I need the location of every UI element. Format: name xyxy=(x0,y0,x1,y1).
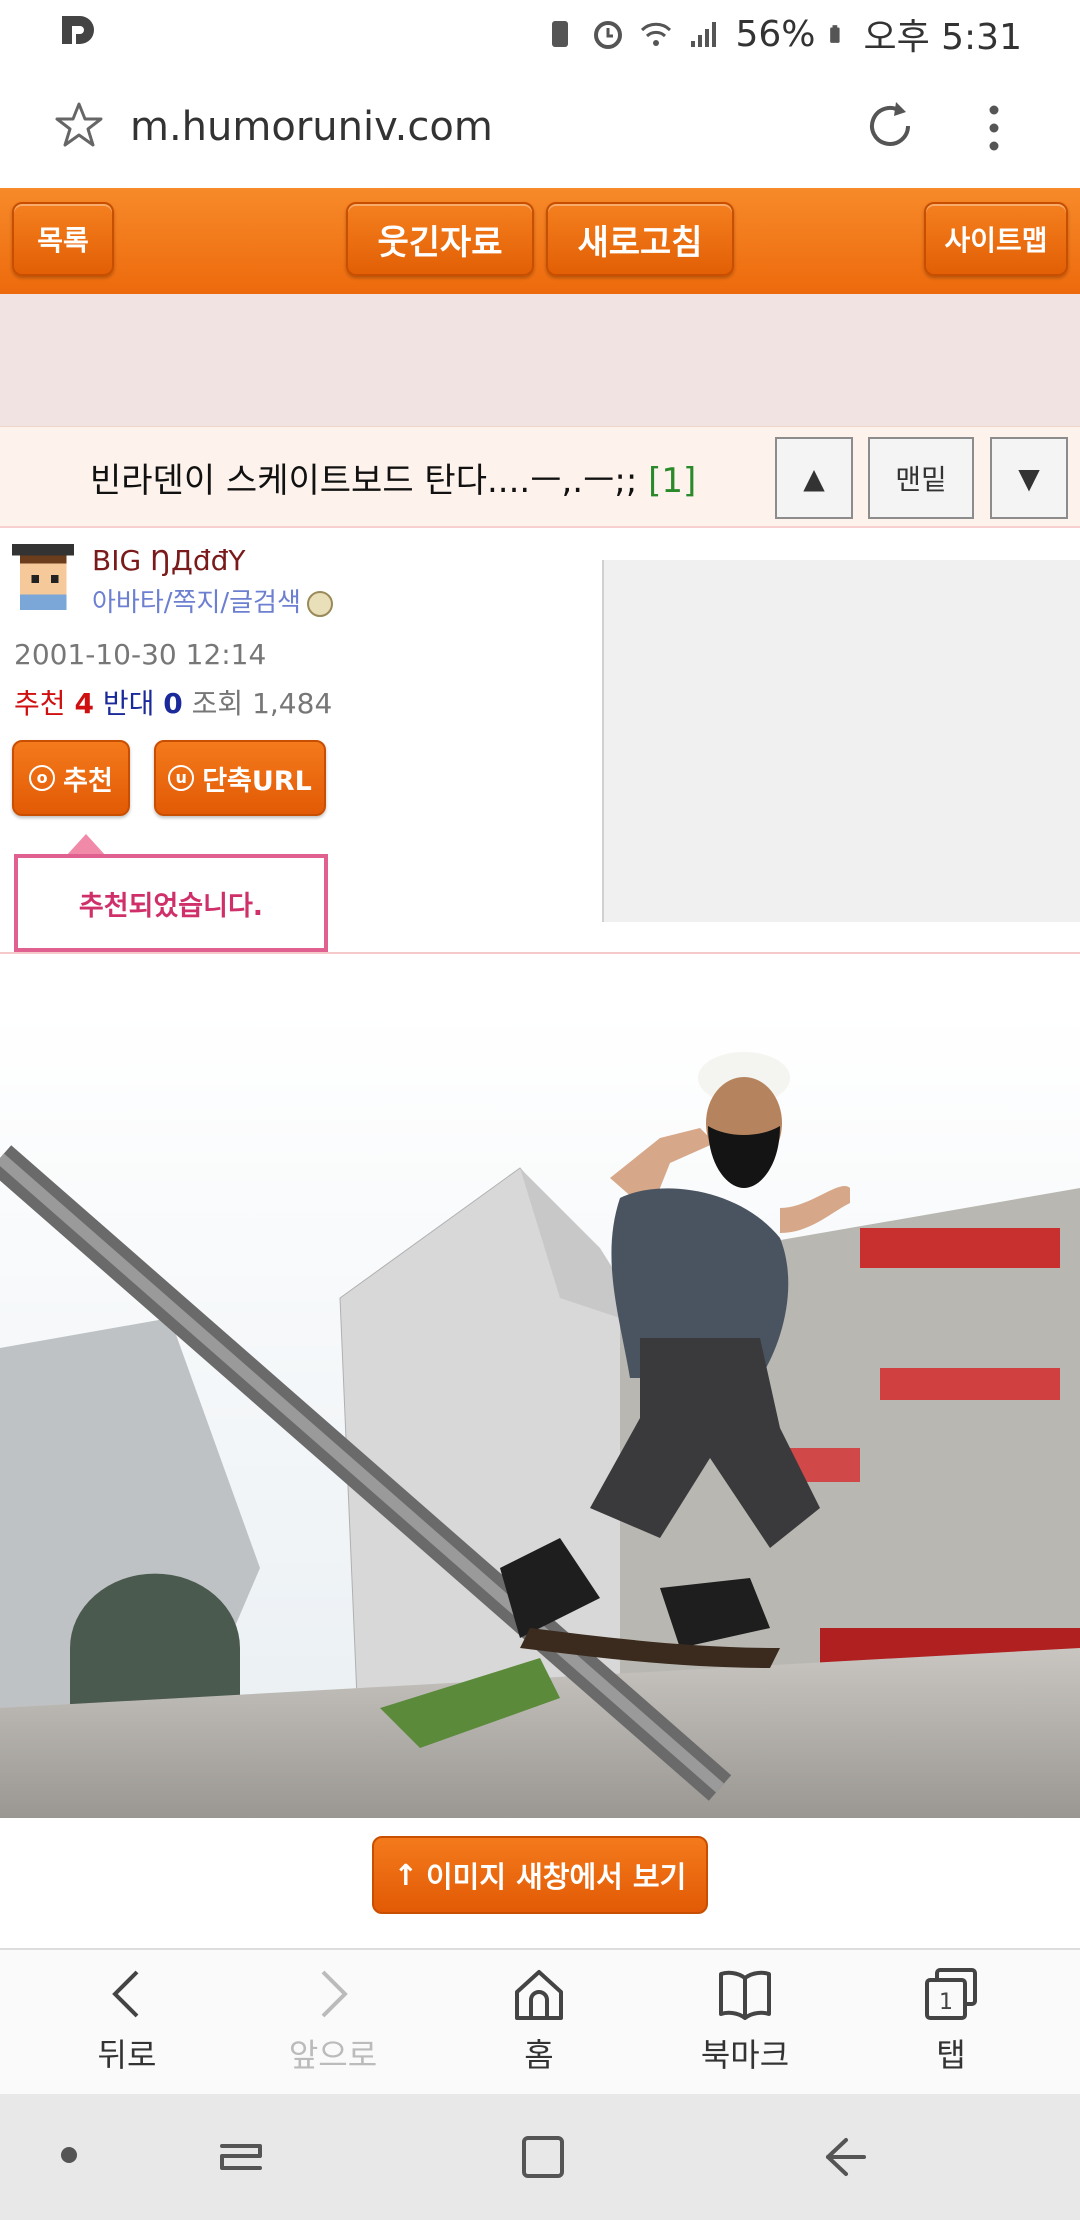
recommend-button[interactable]: o 추천 xyxy=(12,740,130,816)
sitemap-button[interactable]: 사이트맵 xyxy=(924,202,1068,276)
recommend-count: 4 xyxy=(74,687,94,720)
browser-bottom-nav: 뒤로 앞으로 홈 북마크 1 탭 xyxy=(0,1948,1080,2094)
post-date: 2001-10-30 12:14 xyxy=(14,638,267,671)
menu-icon[interactable] xyxy=(982,102,1006,154)
post-stats: 추천 4 반대 0 조회 1,484 xyxy=(14,682,332,722)
browser-url-bar: m.humoruniv.com xyxy=(0,64,1080,188)
nav-bookmark[interactable]: 북마크 xyxy=(670,1964,820,2076)
forward-icon xyxy=(321,1970,348,2018)
url-text[interactable]: m.humoruniv.com xyxy=(130,104,493,150)
views-count: 1,484 xyxy=(252,687,333,720)
divider xyxy=(0,952,1080,954)
home-square-icon[interactable] xyxy=(518,2132,568,2182)
recommend-button-label: 추천 xyxy=(63,765,113,797)
battery-percent: 56% xyxy=(735,13,816,55)
author-links: 아바타/쪽지/글검색 xyxy=(92,582,333,619)
reload-icon[interactable] xyxy=(862,98,918,154)
status-bar: 56% 오후 5:31 xyxy=(0,0,1080,64)
avatar[interactable] xyxy=(12,544,74,610)
post-title-bar: 빈라덴이 스케이트보드 탄다....ㅡ,.ㅡ;; [1] ▲ 맨밑 ▼ xyxy=(0,426,1080,528)
views-label: 조회 xyxy=(191,687,244,720)
author-links-text[interactable]: 아바타/쪽지/글검색 xyxy=(92,588,301,618)
level-badge-icon xyxy=(306,590,333,617)
scroll-up-button[interactable]: ▲ xyxy=(775,437,853,519)
side-ad-box xyxy=(602,560,1080,922)
nav-home[interactable]: 홈 xyxy=(464,1964,614,2076)
tabs-icon: 1 xyxy=(925,1968,977,2020)
alarm-icon xyxy=(594,21,623,49)
site-nav: 목록 웃긴자료 새로고침 사이트맵 xyxy=(0,188,1080,294)
scroll-bottom-button[interactable]: 맨밑 xyxy=(868,437,974,519)
short-url-button[interactable]: u 단축URL xyxy=(154,740,326,816)
signal-icon xyxy=(691,22,717,47)
wifi-icon xyxy=(641,22,672,46)
system-nav-bar xyxy=(0,2094,1080,2220)
recent-apps-icon[interactable] xyxy=(216,2132,266,2182)
open-image-new-window-button[interactable]: ↑ 이미지 새창에서 보기 xyxy=(372,1836,708,1914)
nav-forward-label: 앞으로 xyxy=(288,2036,378,2074)
nav-home-label: 홈 xyxy=(524,2036,554,2074)
nav-back-label: 뒤로 xyxy=(97,2036,157,2074)
system-back-icon[interactable] xyxy=(820,2132,870,2182)
post-title-text: 빈라덴이 스케이트보드 탄다....ㅡ,.ㅡ;; xyxy=(90,461,638,501)
dot-icon[interactable] xyxy=(58,2144,80,2166)
list-button[interactable]: 목록 xyxy=(12,202,114,276)
comment-count[interactable]: [1] xyxy=(648,461,696,501)
tooltip-arrow xyxy=(66,834,106,856)
scroll-down-button[interactable]: ▼ xyxy=(990,437,1068,519)
arrow-up-icon: ↑ xyxy=(393,1858,418,1892)
nav-back[interactable]: 뒤로 xyxy=(52,1964,202,2076)
refresh-button[interactable]: 새로고침 xyxy=(546,202,734,276)
bookmark-star-icon[interactable] xyxy=(54,100,104,150)
home-icon xyxy=(515,1970,563,2020)
nav-tabs[interactable]: 1 탭 xyxy=(876,1964,1026,2076)
oppose-count: 0 xyxy=(163,687,183,720)
nav-tabs-label: 탭 xyxy=(936,2036,966,2074)
tab-count: 1 xyxy=(939,1990,953,2015)
post-image[interactable] xyxy=(0,1008,1080,1818)
nav-forward[interactable]: 앞으로 xyxy=(258,1964,408,2076)
back-icon xyxy=(112,1970,139,2018)
oppose-label: 반대 xyxy=(102,687,155,720)
ad-space xyxy=(0,294,1080,426)
url-circle-icon: u xyxy=(168,765,195,791)
funny-posts-button[interactable]: 웃긴자료 xyxy=(346,202,534,276)
recommend-circle-icon: o xyxy=(29,765,56,791)
recycle-icon xyxy=(552,21,569,47)
nav-bookmark-label: 북마크 xyxy=(700,2036,790,2074)
post-title: 빈라덴이 스케이트보드 탄다....ㅡ,.ㅡ;; [1] xyxy=(90,453,696,502)
bookmark-icon xyxy=(719,1970,771,2020)
open-image-label: 이미지 새창에서 보기 xyxy=(425,1860,687,1894)
clock: 오후 5:31 xyxy=(863,17,1022,58)
short-url-button-label: 단축URL xyxy=(202,765,312,797)
battery-icon xyxy=(830,25,841,43)
recommend-label: 추천 xyxy=(14,687,66,720)
recommend-tooltip: 추천되었습니다. xyxy=(14,854,328,952)
app-logo-icon xyxy=(58,12,98,54)
author-name[interactable]: BIG ŊДđđΥ xyxy=(92,544,246,577)
